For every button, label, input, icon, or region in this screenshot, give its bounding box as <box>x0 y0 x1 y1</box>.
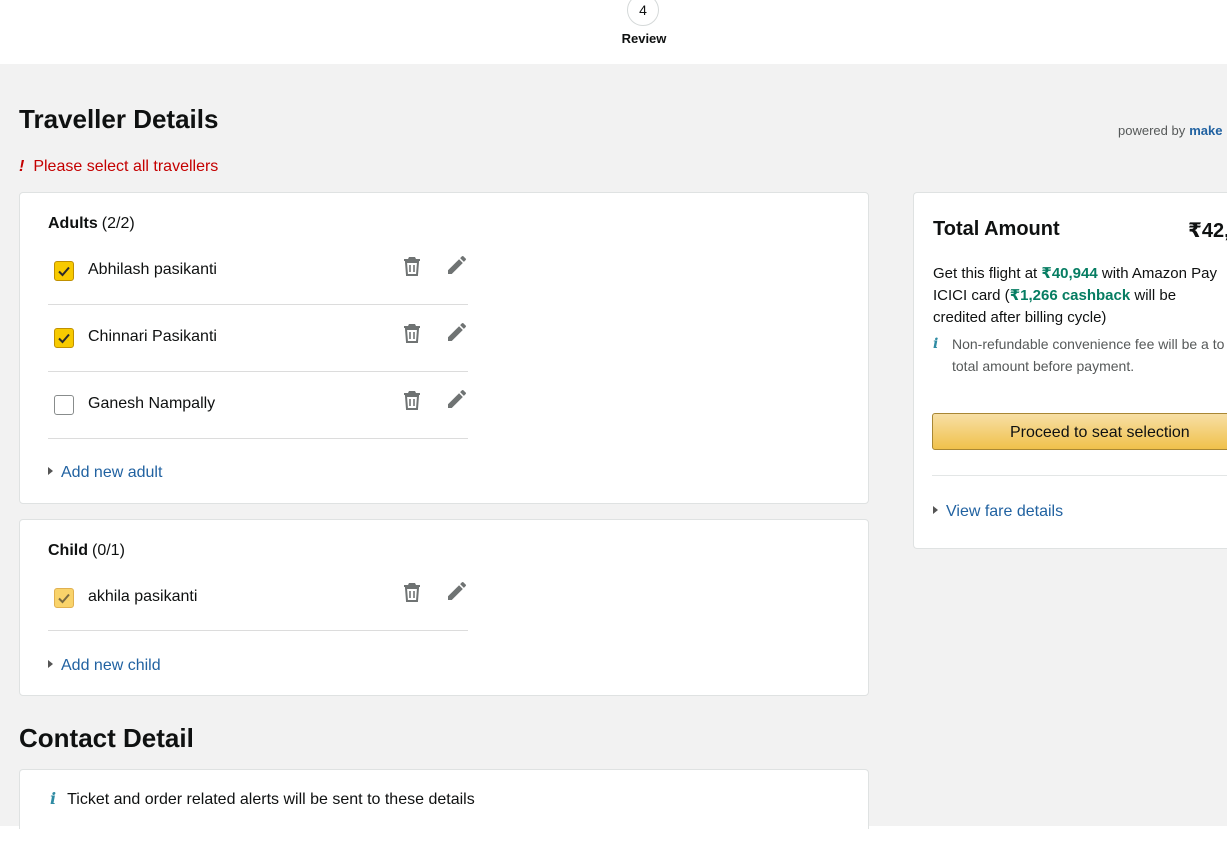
traveller-row: akhila pasikanti <box>48 564 468 631</box>
traveller-row: Abhilash pasikanti <box>48 237 468 305</box>
child-label: Child <box>48 542 88 559</box>
caret-right-icon <box>48 659 53 668</box>
pencil-icon[interactable] <box>445 387 469 411</box>
offer-cashback: ₹1,266 cashback <box>1009 287 1131 304</box>
progress-header: 4 Review <box>0 0 1227 64</box>
child-header: Child (0/1) <box>48 542 125 560</box>
child-card: Child (0/1) akhila pasikanti Add new chil… <box>19 519 869 696</box>
trash-icon[interactable] <box>400 254 424 278</box>
contact-section-title: Contact Detail <box>19 723 194 753</box>
contact-card: i Ticket and order related alerts will be… <box>19 769 869 829</box>
convenience-fee-note: i Non-refundable convenience fee will be… <box>933 333 1227 377</box>
powered-by: powered by make <box>1118 123 1222 138</box>
traveller-checkbox[interactable] <box>54 328 74 348</box>
adults-header: Adults (2/2) <box>48 215 135 233</box>
error-message: ! Please select all travellers <box>19 158 218 176</box>
check-icon <box>58 593 70 604</box>
traveller-row: Ganesh Nampally <box>48 371 468 439</box>
caret-right-icon <box>48 466 53 475</box>
summary-card: Total Amount ₹42, Get this flight at ₹40… <box>913 192 1227 549</box>
info-icon: i <box>50 789 57 808</box>
trash-icon[interactable] <box>400 388 424 412</box>
child-count: (0/1) <box>92 542 125 559</box>
add-adult-label: Add new adult <box>61 464 163 481</box>
contact-info-text: Ticket and order related alerts will be … <box>67 791 475 808</box>
pencil-icon[interactable] <box>445 253 469 277</box>
check-icon <box>58 333 70 344</box>
traveller-checkbox[interactable] <box>54 395 74 415</box>
traveller-row: Chinnari Pasikanti <box>48 304 468 372</box>
offer-prefix: Get this flight at <box>933 265 1042 282</box>
error-icon: ! <box>19 158 25 175</box>
total-amount-value: ₹42, <box>1188 220 1227 242</box>
proceed-to-seat-selection-button[interactable]: Proceed to seat selection <box>932 413 1227 450</box>
caret-right-icon <box>933 505 938 514</box>
traveller-checkbox[interactable] <box>54 261 74 281</box>
pencil-icon[interactable] <box>445 320 469 344</box>
divider <box>932 475 1227 476</box>
add-adult-link[interactable]: Add new adult <box>48 464 162 482</box>
powered-by-label: powered by <box>1118 123 1186 138</box>
traveller-name: Chinnari Pasikanti <box>88 328 217 345</box>
adults-card: Adults (2/2) Abhilash pasikanti Chinnari … <box>19 192 869 504</box>
traveller-name: akhila pasikanti <box>88 588 198 605</box>
info-icon: i <box>933 336 939 352</box>
fare-link-label: View fare details <box>946 503 1064 520</box>
page-title: Traveller Details <box>19 104 219 134</box>
step-indicator: 4 <box>627 0 659 26</box>
traveller-checkbox[interactable] <box>54 588 74 608</box>
card-offer: Get this flight at ₹40,944 with Amazon P… <box>933 263 1227 329</box>
view-fare-details-link[interactable]: View fare details <box>933 503 1063 521</box>
pencil-icon[interactable] <box>445 579 469 603</box>
trash-icon[interactable] <box>400 321 424 345</box>
step-label: Review <box>621 31 667 46</box>
offer-price: ₹40,944 <box>1041 265 1098 282</box>
contact-info-message: i Ticket and order related alerts will be… <box>50 789 475 809</box>
error-text: Please select all travellers <box>33 158 219 175</box>
adults-count: (2/2) <box>101 215 135 232</box>
traveller-name: Ganesh Nampally <box>88 395 216 412</box>
partner-logo: make <box>1189 123 1223 138</box>
adults-label: Adults <box>48 215 98 232</box>
add-child-label: Add new child <box>61 657 161 674</box>
trash-icon[interactable] <box>400 580 424 604</box>
total-amount-label: Total Amount <box>933 218 1060 240</box>
check-icon <box>58 266 70 277</box>
traveller-name: Abhilash pasikanti <box>88 261 217 278</box>
note-text: Non-refundable convenience fee will be a… <box>952 336 1225 374</box>
add-child-link[interactable]: Add new child <box>48 657 161 675</box>
